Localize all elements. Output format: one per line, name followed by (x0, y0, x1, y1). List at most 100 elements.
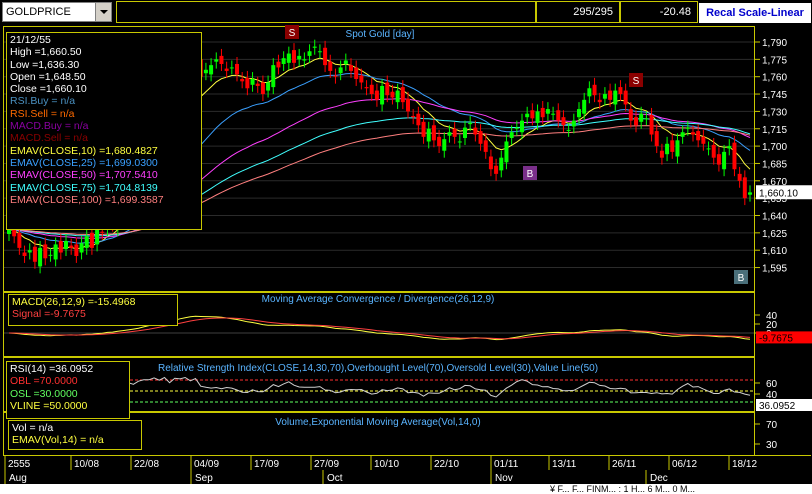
candle (421, 121, 426, 137)
candle (369, 84, 374, 95)
candle (468, 122, 473, 125)
candle (27, 250, 32, 253)
candle (240, 79, 245, 82)
candle (628, 109, 633, 121)
candle (359, 75, 364, 83)
candle (535, 111, 540, 123)
candle (540, 107, 545, 118)
candle (722, 151, 727, 170)
candle (488, 156, 493, 170)
candle (665, 143, 670, 155)
candle (509, 132, 514, 139)
price-tick-label: 1,700 (762, 142, 787, 153)
month-label: Oct (327, 473, 343, 484)
status-bar: ¥ F... F... FINM... : 1 H... 6 M... 0 M.… (0, 484, 812, 494)
price-info-line: Low =1,636.30 (10, 58, 80, 71)
candle (701, 136, 706, 144)
candle (364, 87, 369, 89)
candle (328, 61, 333, 71)
candle (514, 127, 519, 129)
signal-marker-label: B (738, 273, 745, 284)
candle (53, 244, 58, 260)
candle (561, 117, 566, 126)
candle (22, 252, 27, 256)
price-tick-label: 1,790 (762, 38, 787, 49)
price-info-line: RSI.Buy = n/a (10, 95, 76, 108)
candle (281, 58, 286, 64)
candle (597, 99, 602, 103)
price-info-line: Close =1,660.10 (10, 83, 87, 96)
candle (748, 192, 752, 195)
candle (592, 84, 597, 96)
candle (447, 132, 452, 136)
signal-marker-label: S (289, 28, 296, 39)
price-info-box: 21/12/55 High =1,660.50 Low =1,636.30 Open … (6, 32, 202, 230)
candle (79, 243, 84, 253)
candle (343, 60, 348, 64)
price-info-line: EMAV(CLOSE,25) =1,699.0300 (10, 156, 158, 169)
candle (473, 127, 478, 135)
candle (706, 148, 711, 150)
macd-last-label: -9.7675 (759, 333, 793, 344)
candle (494, 165, 499, 174)
candle (292, 50, 296, 63)
date-tick-label: 27/09 (314, 459, 339, 470)
candle (224, 68, 229, 71)
candle (390, 91, 395, 98)
date-tick-label: 06/12 (672, 459, 697, 470)
macd-info-line: Signal =-9.7675 (12, 308, 86, 321)
candle (214, 59, 219, 62)
candle (716, 154, 721, 165)
candle (520, 120, 524, 133)
macd-info-box: MACD(26,12,9) =-15.4968 Signal =-9.7675 (8, 294, 178, 326)
candle (613, 90, 618, 105)
candle (551, 113, 556, 115)
candle (587, 88, 592, 97)
candle (654, 131, 659, 147)
candle (302, 59, 307, 61)
candle (457, 141, 462, 143)
candle (307, 51, 312, 56)
candle (670, 140, 675, 152)
candle (58, 240, 63, 253)
date-tick-label: 17/09 (254, 459, 279, 470)
date-tick-label: 26/11 (612, 459, 637, 470)
candle (245, 77, 250, 89)
rsi-info-box: RSI(14) =36.0952 OBL =70.0000 OSL =30.0000… (6, 361, 130, 419)
last-price-label: 1,660.10 (759, 188, 798, 199)
rsi-last-label: 36.0952 (759, 401, 796, 412)
candle (219, 55, 224, 64)
candle (675, 140, 680, 157)
candle (395, 90, 400, 103)
price-info-line: EMAV(CLOSE,75) =1,704.8139 (10, 181, 158, 194)
candle (742, 177, 747, 199)
date-tick-label: 18/12 (732, 459, 757, 470)
rsi-tick-label: 60 (766, 379, 778, 390)
volume-info-line: EMAV(Vol,14) = n/a (12, 434, 104, 447)
candle (545, 109, 550, 114)
candle (623, 90, 628, 105)
candle (437, 136, 442, 147)
date-tick-label: 10/08 (74, 459, 99, 470)
candle (644, 118, 649, 120)
volume-panel-title: Volume,Exponential Moving Average(Vol,14… (275, 417, 481, 428)
candle (84, 236, 89, 248)
candle (680, 132, 685, 137)
month-label: Sep (195, 473, 213, 484)
candle (312, 46, 317, 48)
candle (229, 67, 234, 69)
price-tick-label: 1,775 (762, 55, 787, 66)
price-info-line: EMAV(CLOSE,10) =1,680.4827 (10, 144, 158, 157)
candle (406, 98, 410, 112)
candle (659, 150, 664, 158)
candle (571, 120, 576, 127)
rsi-panel-title: Relative Strength Index(CLOSE,14,30,70),… (158, 363, 598, 374)
candle (634, 117, 638, 126)
macd-panel-title: Moving Average Convergence / Divergence(… (262, 294, 495, 305)
price-tick-label: 1,640 (762, 212, 787, 223)
candle (100, 231, 105, 233)
candle (276, 61, 281, 68)
price-info-line: EMAV(CLOSE,100) =1,699.3587 (10, 193, 164, 206)
candle (685, 127, 690, 129)
candle (504, 141, 509, 163)
